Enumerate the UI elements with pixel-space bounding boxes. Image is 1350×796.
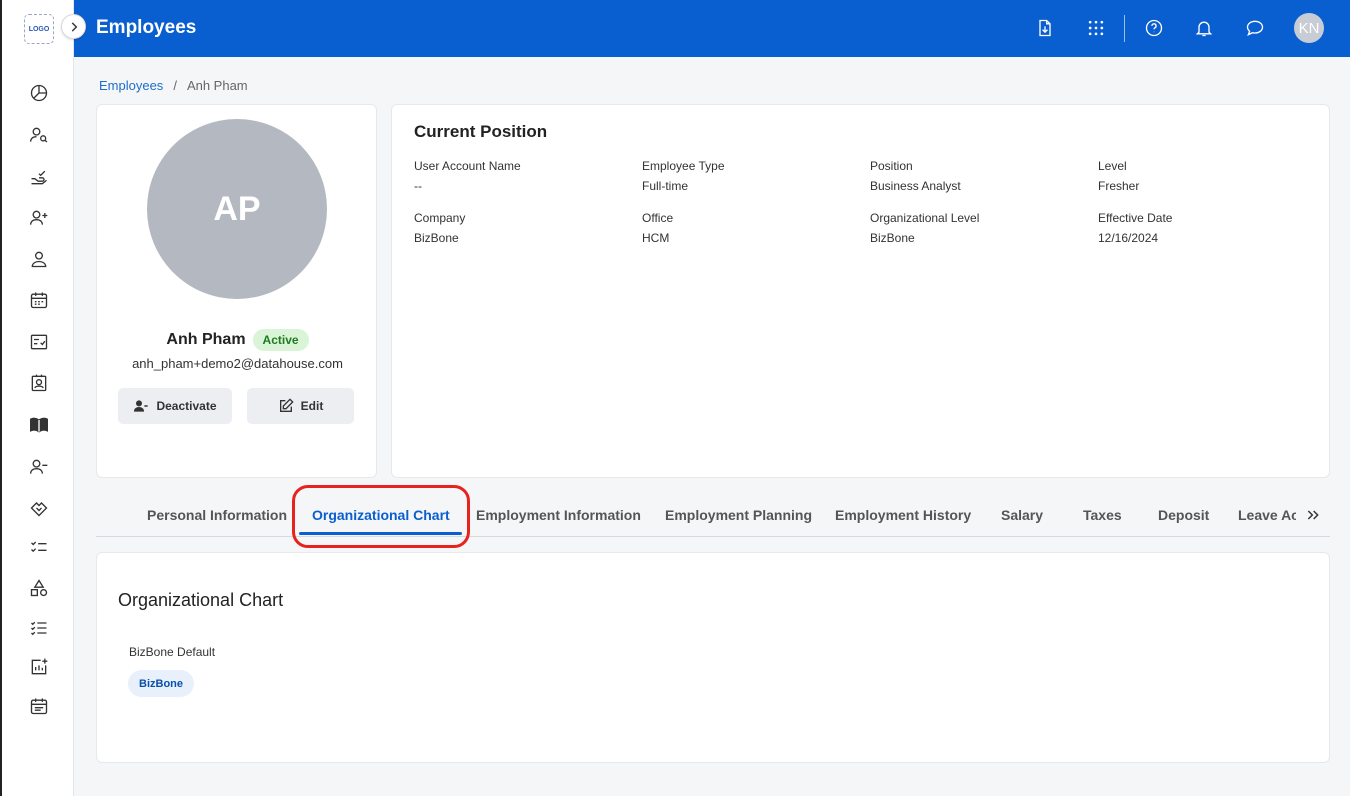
organizational-chart-card: Organizational Chart BizBone Default Biz… <box>96 552 1330 763</box>
field-value: Business Analyst <box>870 179 961 193</box>
deactivate-button[interactable]: Deactivate <box>118 388 232 424</box>
task-list-icon[interactable] <box>28 536 50 558</box>
breadcrumb-employees-link[interactable]: Employees <box>99 78 163 93</box>
field-value: Fresher <box>1098 179 1140 193</box>
chat-icon[interactable] <box>1243 16 1267 40</box>
field-label: Position <box>870 159 913 173</box>
field-label: Employee Type <box>642 159 725 173</box>
user-add-icon[interactable] <box>28 207 50 229</box>
edit-button[interactable]: Edit <box>247 388 354 424</box>
sidebar-collapse-button[interactable] <box>61 14 86 39</box>
user-remove-icon[interactable] <box>28 456 50 478</box>
list-check-icon[interactable] <box>28 617 50 639</box>
field-label: Office <box>642 211 674 225</box>
user-search-icon[interactable] <box>28 124 50 146</box>
employee-email: anh_pham+demo2@datahouse.com <box>132 356 343 371</box>
org-group-label: BizBone Default <box>129 645 216 659</box>
download-file-icon[interactable] <box>1033 16 1057 40</box>
user-remove-icon <box>134 400 149 412</box>
field-effective-date: Effective Date 12/16/2024 <box>1098 211 1318 245</box>
edit-label: Edit <box>300 399 324 413</box>
field-label: Company <box>414 211 466 225</box>
field-value: BizBone <box>414 231 459 245</box>
current-position-card: Current Position User Account Name -- Em… <box>391 104 1330 478</box>
breadcrumb-current: Anh Pham <box>186 78 248 93</box>
tab-personal-information[interactable]: Personal Information <box>147 507 287 523</box>
header-divider <box>1124 15 1125 42</box>
employee-avatar: AP <box>147 119 327 299</box>
dashboard-icon[interactable] <box>28 82 50 104</box>
help-icon[interactable] <box>1142 16 1166 40</box>
chart-add-icon[interactable] <box>28 656 50 678</box>
breadcrumb: Employees / Anh Pham <box>99 78 248 93</box>
field-label: User Account Name <box>414 159 521 173</box>
tab-deposit[interactable]: Deposit <box>1158 507 1209 523</box>
org-chip[interactable]: BizBone <box>128 670 194 697</box>
field-position: Position Business Analyst <box>870 159 1090 193</box>
field-office: Office HCM <box>642 211 862 245</box>
profile-tabs: Personal Information Organizational Char… <box>96 496 1330 537</box>
status-badge: Active <box>252 329 309 351</box>
book-icon[interactable] <box>28 414 50 436</box>
organizational-chart-title: Organizational Chart <box>118 590 284 610</box>
notification-bell-icon[interactable] <box>1192 16 1216 40</box>
active-tab-indicator <box>299 532 462 535</box>
calendar-list-icon[interactable] <box>28 695 50 717</box>
tab-employment-information[interactable]: Employment Information <box>476 507 641 523</box>
tab-employment-history[interactable]: Employment History <box>835 507 971 523</box>
chevron-right-icon <box>71 21 77 32</box>
shapes-icon[interactable] <box>28 577 50 599</box>
checklist-card-icon[interactable] <box>28 331 50 353</box>
calendar-icon[interactable] <box>28 289 50 311</box>
page-title: Employees <box>96 17 197 38</box>
tab-employment-planning[interactable]: Employment Planning <box>665 507 812 523</box>
field-value: -- <box>414 179 422 193</box>
handshake-icon[interactable] <box>28 497 50 519</box>
app-logo[interactable]: LOGO <box>24 14 54 44</box>
field-value: BizBone <box>870 231 915 245</box>
current-position-title: Current Position <box>414 122 548 141</box>
field-organizational-level: Organizational Level BizBone <box>870 211 1090 245</box>
field-level: Level Fresher <box>1098 159 1318 193</box>
tab-leave[interactable]: Leave Ac <box>1238 507 1296 523</box>
field-label: Level <box>1098 159 1127 173</box>
field-value: 12/16/2024 <box>1098 231 1159 245</box>
apps-grid-icon[interactable] <box>1084 16 1108 40</box>
field-user-account-name: User Account Name -- <box>414 159 634 193</box>
deactivate-label: Deactivate <box>156 399 217 413</box>
tab-salary[interactable]: Salary <box>1001 507 1043 523</box>
tab-organizational-chart[interactable]: Organizational Chart <box>312 507 450 523</box>
field-value: HCM <box>642 231 670 245</box>
field-company: Company BizBone <box>414 211 634 245</box>
sidebar: LOGO <box>0 0 74 796</box>
user-icon[interactable] <box>28 248 50 270</box>
tabs-scroll-right-button[interactable] <box>1304 505 1322 525</box>
profile-card: AP Anh Pham Active anh_pham+demo2@dataho… <box>96 104 377 478</box>
user-avatar[interactable]: KN <box>1294 13 1324 43</box>
tab-taxes[interactable]: Taxes <box>1083 507 1122 523</box>
breadcrumb-separator: / <box>173 78 177 93</box>
name-row: Anh Pham Active <box>97 329 378 351</box>
double-chevron-right-icon <box>1307 510 1319 520</box>
field-label: Organizational Level <box>870 211 980 225</box>
top-header: Employees KN <box>74 0 1350 57</box>
edit-icon <box>279 398 294 412</box>
field-value: Full-time <box>642 179 689 193</box>
id-card-icon[interactable] <box>28 372 50 394</box>
field-employee-type: Employee Type Full-time <box>642 159 862 193</box>
employee-name: Anh Pham <box>166 331 246 348</box>
hand-check-icon[interactable] <box>28 166 50 188</box>
field-label: Effective Date <box>1098 211 1173 225</box>
